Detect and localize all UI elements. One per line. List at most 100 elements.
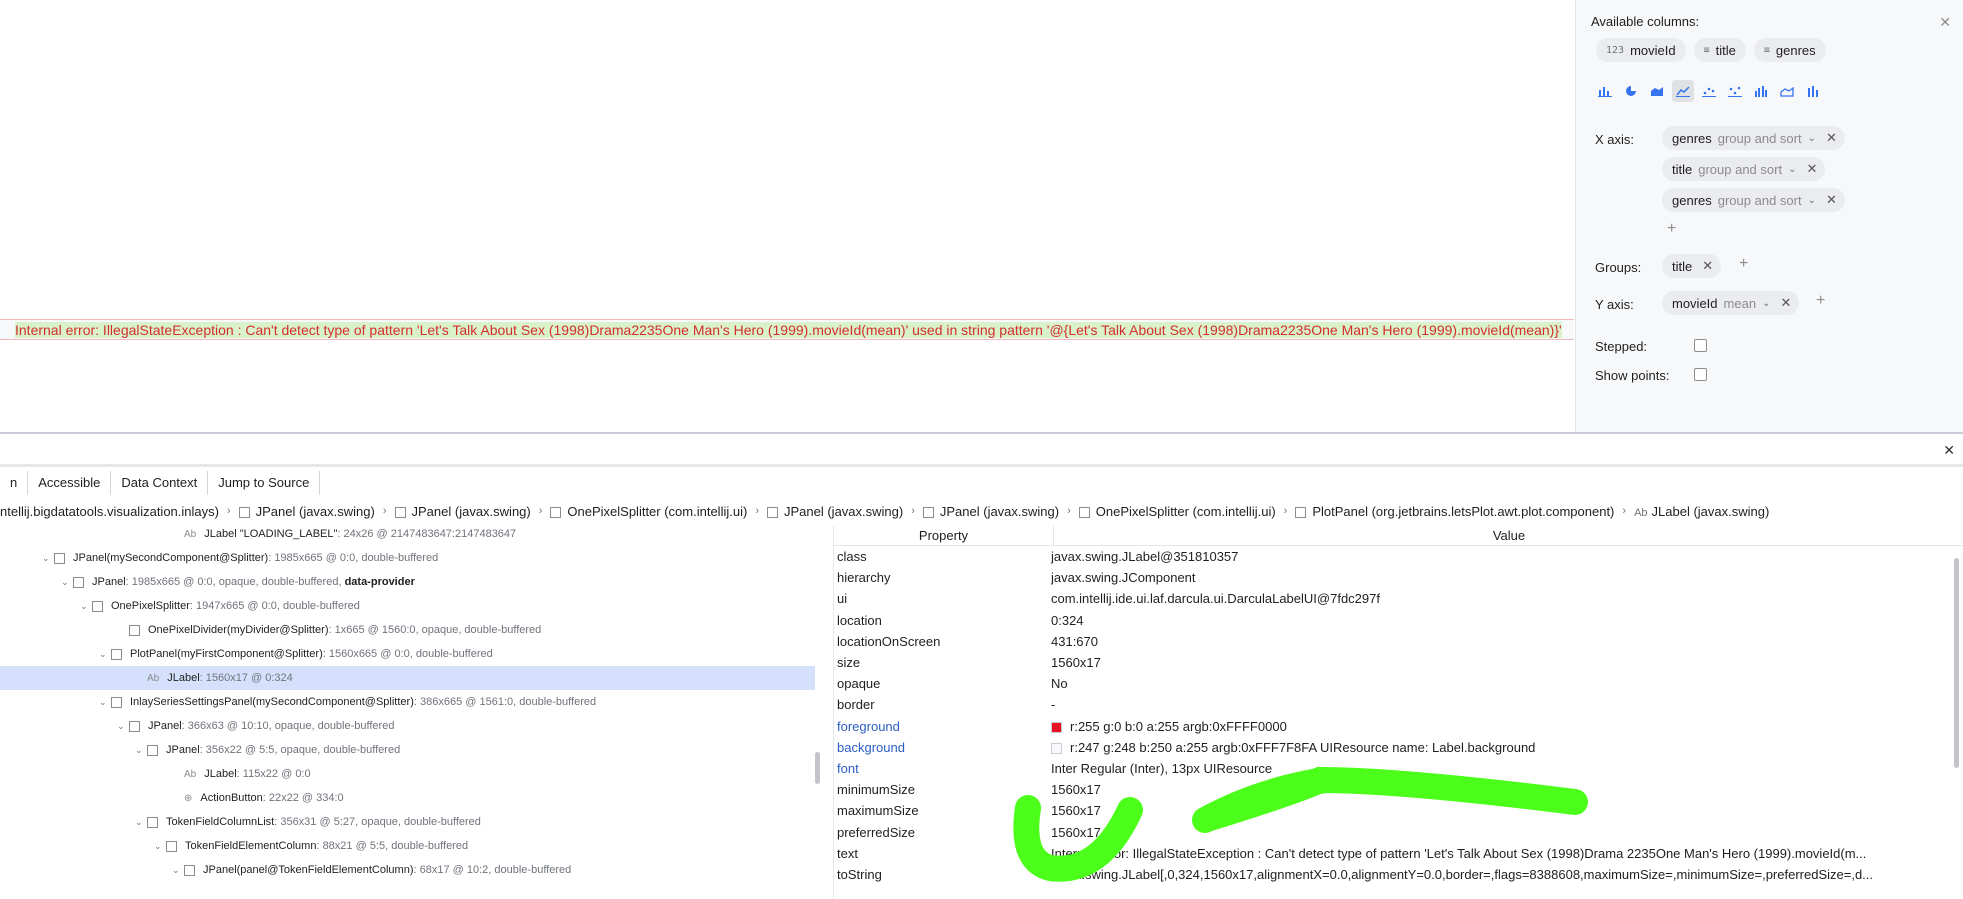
tree-node-info: : 386x665 @ 1561:0, double-buffered: [413, 696, 597, 708]
tree-row[interactable]: ⌄ JPanel(panel@TokenFieldElementColumn): …: [0, 858, 815, 882]
tree-row[interactable]: ⌄ PlotPanel(myFirstComponent@Splitter): 1…: [0, 642, 815, 666]
property-row[interactable]: maximumSize 1560x17: [834, 800, 1963, 821]
component-icon: [184, 864, 195, 876]
histogram-icon[interactable]: [1750, 80, 1772, 102]
property-value-text: 1560x17: [1051, 655, 1101, 670]
groups-token-title[interactable]: title ✕: [1662, 254, 1722, 278]
show-points-checkbox[interactable]: [1694, 368, 1707, 381]
remove-icon[interactable]: ✕: [1702, 258, 1713, 274]
property-row[interactable]: preferredSize 1560x17: [834, 822, 1963, 843]
label-icon: Ab: [184, 769, 197, 780]
add-x-axis-icon[interactable]: +: [1667, 220, 1676, 238]
tree-row[interactable]: ⌄ JPanel: 1985x665 @ 0:0, opaque, double-…: [0, 570, 815, 594]
tree-row[interactable]: OnePixelDivider(myDivider@Splitter): 1x6…: [0, 618, 815, 642]
tree-scrollbar[interactable]: [815, 752, 820, 784]
chevron-down-icon[interactable]: ⌄: [154, 834, 166, 858]
remove-icon[interactable]: ✕: [1826, 192, 1837, 208]
chevron-down-icon[interactable]: ⌄: [1762, 298, 1770, 309]
chevron-down-icon[interactable]: ⌄: [135, 738, 147, 762]
column-chip-title[interactable]: ≡ title: [1693, 38, 1746, 62]
area2-icon[interactable]: [1776, 80, 1798, 102]
breadcrumb-item[interactable]: OnePixelSplitter (com.intellij.ui): [1078, 504, 1276, 519]
breadcrumb-item[interactable]: Ab JLabel (javax.swing): [1634, 504, 1769, 519]
chevron-down-icon[interactable]: ⌄: [172, 858, 184, 882]
property-row[interactable]: foreground r:255 g:0 b:0 a:255 argb:0xFFF…: [834, 716, 1963, 737]
scrollbar[interactable]: [1954, 558, 1959, 768]
chevron-down-icon[interactable]: ⌄: [99, 642, 111, 666]
area-chart-icon[interactable]: [1646, 80, 1668, 102]
breadcrumb-item[interactable]: OnePixelSplitter (com.intellij.ui): [550, 504, 747, 519]
component-tree[interactable]: Ab JLabel "LOADING_LABEL": 24x26 @ 214748…: [0, 526, 815, 899]
column-chip-genres[interactable]: ≡ genres: [1753, 38, 1826, 62]
close-icon[interactable]: ✕: [1939, 14, 1951, 31]
breadcrumb-item[interactable]: JPanel (javax.swing): [766, 504, 903, 519]
tree-node-info: : 115x22 @ 0:0: [236, 768, 311, 780]
tree-row[interactable]: Ab JLabel "LOADING_LABEL": 24x26 @ 214748…: [0, 526, 815, 546]
dot-chart-icon[interactable]: [1724, 80, 1746, 102]
breadcrumb-item[interactable]: JPanel (javax.swing): [394, 504, 531, 519]
scatter-icon[interactable]: [1698, 80, 1720, 102]
property-row[interactable]: hierarchy javax.swing.JComponent: [834, 567, 1963, 588]
stepped-checkbox[interactable]: [1694, 339, 1707, 352]
property-row[interactable]: font Inter Regular (Inter), 13px UIResour…: [834, 758, 1963, 779]
chevron-down-icon[interactable]: ⌄: [135, 810, 147, 834]
bar-chart-icon[interactable]: [1594, 80, 1616, 102]
value-column-header[interactable]: Value: [1054, 526, 1963, 545]
property-row[interactable]: size 1560x17: [834, 652, 1963, 673]
tree-row[interactable]: ⌄ JPanel(mySecondComponent@Splitter): 198…: [0, 546, 815, 570]
property-row[interactable]: text Internal error: IllegalStateExceptio…: [834, 843, 1963, 864]
property-row[interactable]: toString javax.swing.JLabel[,0,324,1560x1…: [834, 864, 1963, 885]
data-context-button[interactable]: Data Context: [111, 471, 209, 495]
chevron-down-icon[interactable]: ⌄: [61, 570, 73, 594]
chevron-down-icon[interactable]: ⌄: [1808, 195, 1816, 206]
tree-row[interactable]: Ab JLabel: 115x22 @ 0:0: [0, 762, 815, 786]
x-axis-token-genres[interactable]: genres group and sort ⌄ ✕: [1662, 126, 1845, 150]
property-name: ui: [837, 591, 848, 607]
property-row[interactable]: ui com.intellij.ide.ui.laf.darcula.ui.Dar…: [834, 588, 1963, 609]
breadcrumb-item[interactable]: ntellij.bigdatatools.visualization.inlay…: [0, 504, 219, 519]
tree-node-info: : 88x21 @ 5:5, double-buffered: [316, 840, 469, 852]
property-row[interactable]: opaque No: [834, 673, 1963, 694]
tree-row[interactable]: ⊕ ActionButton: 22x22 @ 334:0: [0, 786, 815, 810]
close-icon[interactable]: ✕: [1943, 442, 1955, 459]
tree-row[interactable]: ⌄ TokenFieldColumnList: 356x31 @ 5:27, op…: [0, 810, 815, 834]
toolbar-button-partial[interactable]: n: [0, 471, 29, 495]
tree-row[interactable]: ⌄ JPanel: 366x63 @ 10:10, opaque, double-…: [0, 714, 815, 738]
tree-row[interactable]: Ab JLabel: 1560x17 @ 0:324: [0, 666, 815, 690]
breadcrumb-item[interactable]: JPanel (javax.swing): [238, 504, 375, 519]
remove-icon[interactable]: ✕: [1826, 130, 1837, 146]
chevron-down-icon[interactable]: ⌄: [117, 714, 129, 738]
chevron-down-icon[interactable]: ⌄: [42, 546, 54, 570]
tree-row[interactable]: ⌄ InlaySeriesSettingsPanel(mySecondCompon…: [0, 690, 815, 714]
property-row[interactable]: locationOnScreen 431:670: [834, 631, 1963, 652]
y-axis-token-movieid[interactable]: movieId mean ⌄ ✕: [1662, 291, 1800, 315]
remove-icon[interactable]: ✕: [1806, 161, 1817, 177]
property-row[interactable]: border -: [834, 694, 1963, 715]
chevron-down-icon[interactable]: ⌄: [1788, 164, 1796, 175]
tree-row[interactable]: ⌄ TokenFieldElementColumn: 88x21 @ 5:5, d…: [0, 834, 815, 858]
pie-chart-icon[interactable]: [1620, 80, 1642, 102]
x-axis-token-title[interactable]: title group and sort ⌄ ✕: [1662, 157, 1826, 181]
property-row[interactable]: minimumSize 1560x17: [834, 779, 1963, 800]
tree-row[interactable]: ⌄ JPanel: 356x22 @ 5:5, opaque, double-bu…: [0, 738, 815, 762]
x-axis-token-genres-2[interactable]: genres group and sort ⌄ ✕: [1662, 188, 1845, 212]
property-row[interactable]: background r:247 g:248 b:250 a:255 argb:0…: [834, 737, 1963, 758]
jump-to-source-button[interactable]: Jump to Source: [208, 471, 321, 495]
remove-icon[interactable]: ✕: [1780, 295, 1791, 311]
breadcrumb-item[interactable]: JPanel (javax.swing): [922, 504, 1059, 519]
property-row[interactable]: class javax.swing.JLabel@351810357: [834, 546, 1963, 567]
tree-node-info: : 1985x665 @ 0:0, double-buffered: [268, 552, 439, 564]
column-chip-movieid[interactable]: 123 movieId: [1596, 38, 1686, 62]
chevron-down-icon[interactable]: ⌄: [99, 690, 111, 714]
add-y-axis-icon[interactable]: +: [1816, 292, 1825, 310]
property-column-header[interactable]: Property: [834, 526, 1054, 545]
tree-row[interactable]: ⌄ OnePixelSplitter: 1947x665 @ 0:0, doubl…: [0, 594, 815, 618]
chevron-down-icon[interactable]: ⌄: [80, 594, 92, 618]
accessible-button[interactable]: Accessible: [28, 471, 112, 495]
chevron-down-icon[interactable]: ⌄: [1808, 133, 1816, 144]
breadcrumb-item[interactable]: PlotPanel (org.jetbrains.letsPlot.awt.pl…: [1295, 504, 1614, 519]
line-chart-icon[interactable]: [1672, 80, 1694, 102]
property-row[interactable]: location 0:324: [834, 610, 1963, 631]
add-group-icon[interactable]: +: [1739, 255, 1748, 273]
bar2-icon[interactable]: [1802, 80, 1824, 102]
